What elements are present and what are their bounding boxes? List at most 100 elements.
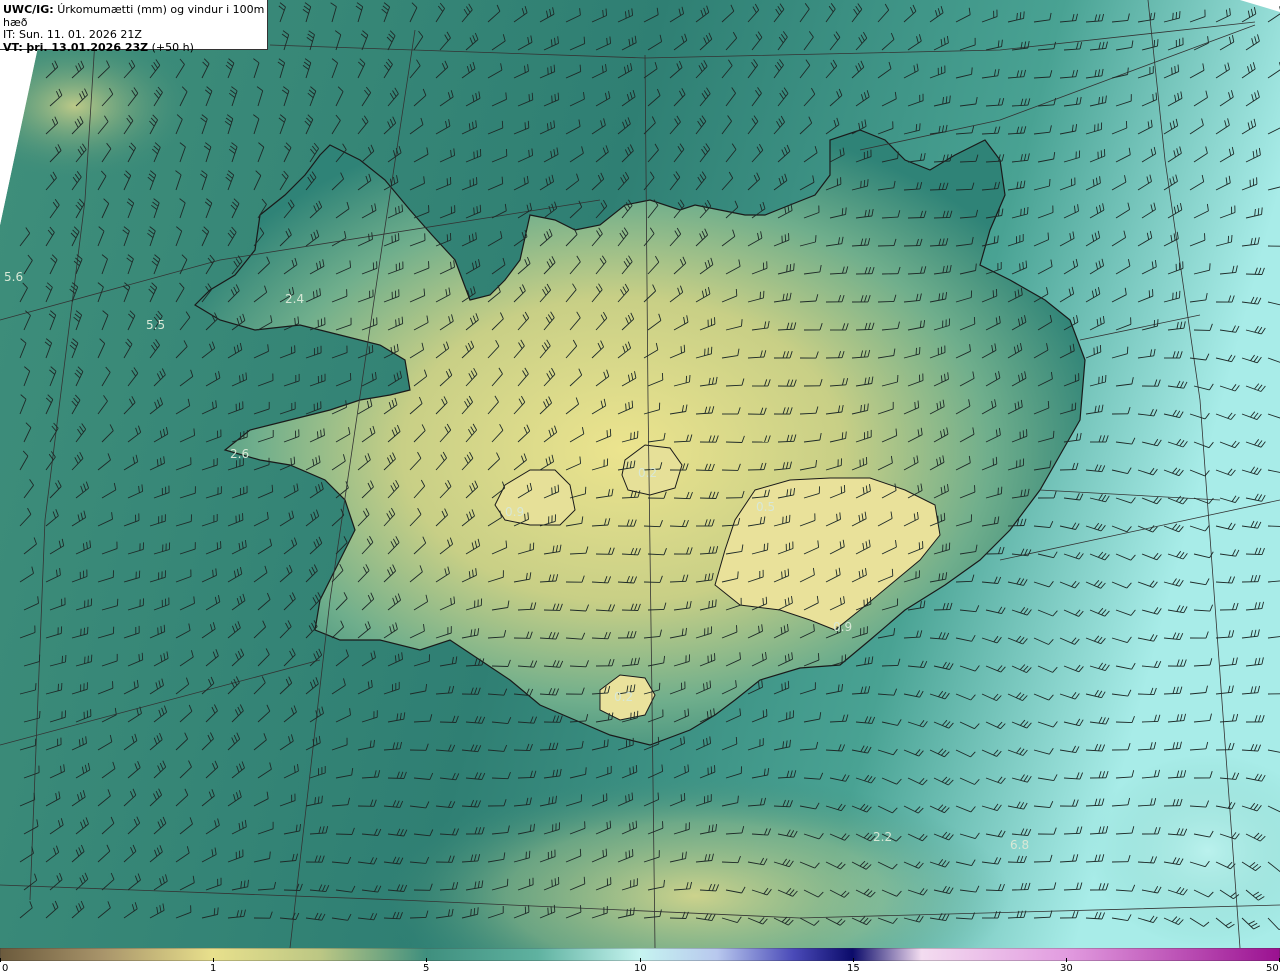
- wind-barb-feather: [781, 683, 783, 691]
- wind-barb: [621, 609, 639, 611]
- wind-barb-feather: [579, 848, 582, 856]
- wind-barb-feather: [605, 848, 608, 856]
- wind-barb-feather: [1047, 232, 1050, 240]
- wind-barb-feather: [815, 235, 817, 243]
- wind-barb-feather: [501, 120, 504, 128]
- wind-barb: [409, 916, 427, 919]
- wind-barb-feather: [737, 571, 739, 579]
- wind-barb: [539, 748, 557, 751]
- wind-barb-feather: [551, 487, 553, 495]
- wind-barb-feather: [217, 907, 219, 915]
- wind-barb: [1007, 525, 1025, 527]
- wind-barb-feather: [138, 654, 140, 662]
- wind-barb: [1245, 553, 1263, 556]
- wind-barb-feather: [1174, 65, 1176, 74]
- wind-barb-feather: [557, 92, 560, 100]
- wind-barb-feather: [473, 908, 476, 916]
- value-label: 2.4: [285, 292, 305, 306]
- wind-barb-feather: [141, 652, 144, 660]
- wind-barb-feather: [869, 597, 872, 605]
- wind-barb-feather: [1047, 400, 1050, 409]
- wind-barb-feather: [33, 792, 36, 800]
- wind-barb-feather: [605, 8, 608, 16]
- wind-barb-feather: [635, 820, 638, 828]
- wind-barb-feather: [841, 208, 844, 216]
- wind-barb-feather: [683, 344, 686, 352]
- colorbar-tick: [1066, 958, 1067, 962]
- value-label: 0.2: [638, 466, 658, 480]
- wind-barb-feather: [685, 375, 688, 383]
- wind-barb-feather: [628, 793, 630, 802]
- wind-barb-feather: [940, 514, 942, 522]
- wind-barb-feather: [633, 711, 635, 719]
- valid-time: þri. 13.01.2026 23Z: [26, 40, 149, 54]
- wind-barb: [877, 300, 895, 303]
- value-label: 0.9: [505, 505, 525, 519]
- valid-offset: (+50 h): [151, 40, 194, 54]
- wind-barb-feather: [446, 178, 449, 186]
- wind-barb-feather: [1157, 319, 1159, 327]
- wind-barb-feather: [741, 319, 743, 327]
- wind-barb-feather: [553, 904, 556, 912]
- wind-barb-feather: [553, 64, 556, 72]
- wind-barb-feather: [786, 264, 788, 272]
- wind-barb-feather: [290, 458, 292, 466]
- wind-barb-feather: [271, 484, 274, 492]
- wind-barb: [1141, 720, 1159, 723]
- wind-barb-feather: [39, 710, 41, 719]
- wind-barb-feather: [631, 400, 634, 408]
- wind-barb-feather: [583, 876, 586, 884]
- colorbar-tick-label: 30: [1060, 963, 1073, 974]
- wind-barb-feather: [709, 680, 712, 688]
- wind-barb: [855, 328, 873, 331]
- wind-barb: [647, 608, 665, 611]
- wind-barb-feather: [470, 908, 472, 916]
- wind-barb: [1007, 861, 1025, 864]
- wind-barb: [283, 889, 301, 891]
- wind-barb-feather: [1049, 178, 1051, 187]
- wind-barb-feather: [551, 879, 553, 887]
- value-label: 2.6: [230, 447, 250, 461]
- wind-barb-feather: [609, 820, 612, 828]
- colorbar-tick-label: 15: [847, 963, 860, 974]
- wind-barb-feather: [213, 908, 216, 916]
- wind-barb-feather: [1153, 39, 1156, 47]
- wind-barb-feather: [706, 681, 708, 690]
- wind-barb-feather: [579, 64, 582, 72]
- wind-barb-feather: [602, 850, 604, 858]
- wind-barb-feather: [735, 288, 738, 296]
- wind-barb-feather: [657, 736, 660, 744]
- wind-barb-feather: [1153, 319, 1156, 328]
- wind-barb-feather: [160, 626, 162, 634]
- wind-barb: [695, 469, 713, 472]
- wind-barb-feather: [1052, 430, 1055, 438]
- colorbar-tick: [213, 958, 214, 962]
- wind-barb-feather: [1209, 263, 1211, 271]
- wind-barb-feather: [557, 484, 560, 492]
- wind-barb: [491, 665, 509, 667]
- wind-barb-feather: [793, 263, 795, 271]
- wind-barb-feather: [992, 290, 995, 298]
- wind-barb-feather: [1023, 207, 1026, 215]
- wind-barb-feather: [547, 67, 549, 75]
- wind-barb-feather: [943, 512, 946, 520]
- wind-barb-feather: [501, 176, 504, 184]
- wind-barb-feather: [609, 428, 612, 436]
- wind-barb-feather: [476, 206, 478, 214]
- wind-barb: [699, 497, 717, 499]
- wind-barb-feather: [554, 94, 556, 102]
- wind-barb-feather: [787, 680, 790, 688]
- value-label: 0.9: [833, 620, 853, 634]
- wind-barb-feather: [789, 264, 792, 272]
- wind-barb-feather: [845, 207, 847, 215]
- wind-barb-feather: [528, 94, 530, 102]
- wind-barb-feather: [863, 179, 866, 188]
- wind-barb-feather: [1257, 208, 1260, 216]
- wind-barb-feather: [689, 374, 691, 383]
- wind-barb: [387, 777, 405, 779]
- wind-barb-feather: [157, 627, 159, 635]
- wind-barb-feather: [1172, 12, 1174, 20]
- colorbar-tick: [640, 958, 641, 962]
- wind-barb-feather: [635, 764, 638, 772]
- wind-barb-feather: [1171, 67, 1173, 75]
